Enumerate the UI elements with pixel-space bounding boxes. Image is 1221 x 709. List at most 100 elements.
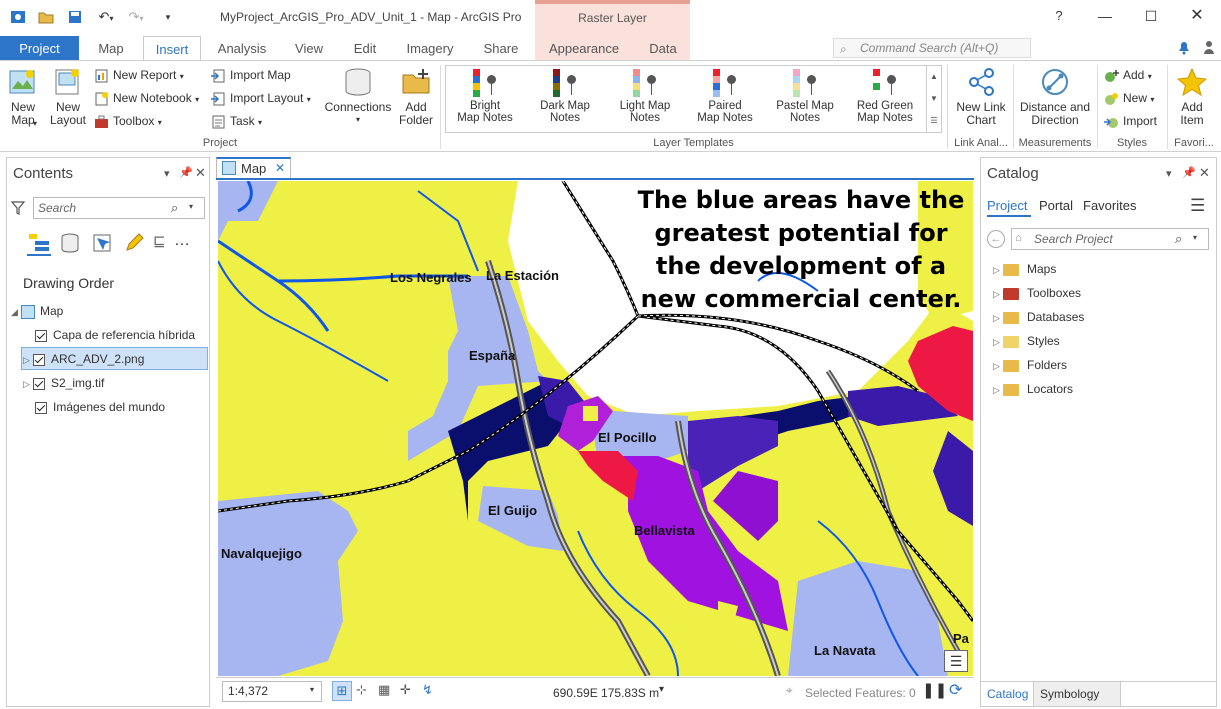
catalog-menu-icon[interactable]: ☰ [1190, 196, 1205, 216]
redo-icon[interactable]: ↷▾ [125, 9, 147, 25]
maximize-button[interactable]: ☐ [1128, 0, 1174, 32]
pin-icon[interactable]: 📌 [1182, 166, 1196, 179]
styles-import-button[interactable]: Import [1104, 111, 1157, 131]
layer-visibility-checkbox[interactable] [33, 377, 45, 390]
catalog-item-styles[interactable]: ▷ Styles [993, 329, 1060, 353]
add-item-button[interactable]: Add Item [1170, 67, 1214, 126]
tab-imagery[interactable]: Imagery [397, 36, 463, 60]
catalog-item-toolboxes[interactable]: ▷ Toolboxes [993, 281, 1081, 305]
add-folder-button[interactable]: Add Folder [396, 67, 436, 126]
new-report-button[interactable]: New Report ▾ [94, 65, 184, 85]
catalog-item-maps[interactable]: ▷ Maps [993, 257, 1056, 281]
tab-data[interactable]: Data [640, 36, 686, 60]
save-project-icon[interactable] [67, 9, 83, 25]
catalog-tab-favorites[interactable]: Favorites [1083, 198, 1136, 213]
tab-appearance[interactable]: Appearance [540, 36, 628, 60]
catalog-item-folders[interactable]: ▷ Folders [993, 353, 1067, 377]
tab-view[interactable]: View [283, 36, 335, 60]
connections-button[interactable]: Connections ▾ [323, 67, 393, 126]
expand-triangle-icon[interactable]: ▷ [993, 354, 1003, 378]
styles-new-button[interactable]: New ▾ [1104, 88, 1154, 108]
map-view-tab[interactable]: Map ✕ [216, 157, 291, 179]
layer-visibility-checkbox[interactable] [33, 353, 45, 366]
tab-share[interactable]: Share [473, 36, 529, 60]
tab-edit[interactable]: Edit [341, 36, 389, 60]
app-icon[interactable] [10, 9, 26, 25]
selected-features-count[interactable]: Selected Features: 0 [805, 686, 916, 700]
layer-template-3[interactable]: Paired Map Notes [685, 67, 765, 124]
contents-search-input[interactable]: Search [33, 197, 205, 219]
layer-template-0[interactable]: Bright Map Notes [445, 67, 525, 124]
open-project-icon[interactable] [38, 9, 54, 25]
gallery-expand-button[interactable]: ☰ [927, 110, 941, 132]
distance-and-direction-button[interactable]: Distance and Direction [1016, 67, 1094, 126]
new-link-chart-button[interactable]: New Link Chart [952, 67, 1010, 126]
expand-triangle-icon[interactable]: ▷ [23, 373, 33, 395]
constraints-icon[interactable]: ✛ [400, 682, 411, 698]
list-by-editing-icon[interactable] [123, 232, 145, 257]
collapse-triangle-icon[interactable]: ◢ [11, 301, 21, 323]
expand-triangle-icon[interactable]: ▷ [993, 330, 1003, 354]
expand-triangle-icon[interactable]: ▷ [23, 349, 33, 371]
layer-row[interactable]: Capa de referencia híbrida [35, 324, 195, 346]
pause-drawing-button[interactable]: ❚❚ [922, 681, 947, 699]
tab-analysis[interactable]: Analysis [209, 36, 275, 60]
refresh-button[interactable]: ⟳ [949, 680, 962, 700]
new-map-button[interactable]: New Map ▾ [3, 67, 43, 128]
layer-visibility-checkbox[interactable] [35, 329, 47, 342]
search-options-icon[interactable]: ▾ [1193, 233, 1197, 242]
layer-template-5[interactable]: Red Green Map Notes [845, 67, 925, 124]
import-map-button[interactable]: Import Map [211, 65, 291, 85]
close-pane-icon[interactable]: ✕ [1199, 165, 1210, 181]
customize-quick-access-icon[interactable]: ▾ [160, 9, 176, 25]
styles-add-button[interactable]: Add ▾ [1104, 65, 1152, 85]
layer-row[interactable]: Imágenes del mundo [35, 396, 165, 418]
import-layout-button[interactable]: Import Layout ▾ [211, 88, 311, 108]
catalog-item-databases[interactable]: ▷ Databases [993, 305, 1084, 329]
new-layout-button[interactable]: New Layout [46, 67, 90, 126]
layer-row-selected[interactable]: ▷ ARC_ADV_2.png [23, 348, 144, 370]
grid-icon[interactable]: ▦ [378, 682, 390, 698]
tab-insert[interactable]: Insert [143, 36, 201, 61]
user-icon[interactable] [1204, 40, 1214, 54]
layer-template-1[interactable]: Dark Map Notes [525, 67, 605, 124]
new-notebook-button[interactable]: New Notebook ▾ [94, 88, 199, 108]
close-pane-icon[interactable]: ✕ [195, 165, 206, 181]
close-map-tab-icon[interactable]: ✕ [275, 159, 285, 178]
catalog-tab-project[interactable]: Project [987, 198, 1027, 213]
map-node[interactable]: ◢ Map [11, 300, 63, 322]
coordinate-format-dropdown-icon[interactable]: ▾ [659, 684, 664, 695]
search-options-icon[interactable]: ▾ [189, 202, 193, 211]
minimize-button[interactable]: — [1082, 0, 1128, 32]
close-button[interactable]: ✕ [1174, 0, 1220, 32]
pane-options-icon[interactable]: ▾ [1166, 167, 1172, 180]
correction-icon[interactable]: ↯ [422, 682, 433, 698]
bottom-tab-catalog[interactable]: Catalog [987, 687, 1028, 701]
fixed-zoom-icon[interactable]: ⊞ [332, 681, 352, 701]
gallery-scroll-up-button[interactable]: ▲ [927, 66, 941, 88]
layer-template-4[interactable]: Pastel Map Notes [765, 67, 845, 124]
tab-project[interactable]: Project [0, 36, 79, 60]
catalog-tab-portal[interactable]: Portal [1039, 198, 1073, 213]
pane-options-icon[interactable]: ▾ [164, 167, 170, 180]
bottom-tab-symbology[interactable]: Symbology [1033, 682, 1121, 706]
task-button[interactable]: Task ▾ [211, 111, 262, 131]
catalog-item-locators[interactable]: ▷ Locators [993, 377, 1073, 401]
list-by-data-source-icon[interactable] [59, 232, 81, 257]
list-by-selection-icon[interactable] [91, 232, 113, 257]
gallery-scroll-down-button[interactable]: ▼ [927, 88, 941, 110]
expand-triangle-icon[interactable]: ▷ [993, 282, 1003, 306]
map-scale-select[interactable]: 1:4,372 [222, 681, 322, 702]
list-by-snapping-icon[interactable]: ⊑ [153, 232, 166, 250]
help-button[interactable]: ? [1036, 0, 1082, 32]
layer-row[interactable]: ▷ S2_img.tif [23, 372, 104, 394]
expand-triangle-icon[interactable]: ▷ [993, 306, 1003, 330]
pin-icon[interactable]: 📌 [179, 166, 193, 179]
expand-triangle-icon[interactable]: ▷ [993, 258, 1003, 282]
tab-map[interactable]: Map [85, 36, 137, 60]
more-options-icon[interactable]: … [174, 232, 190, 250]
snapping-icon[interactable]: ⊹ [356, 682, 367, 698]
undo-icon[interactable]: ↶▾ [95, 9, 117, 25]
command-search-input[interactable]: Command Search (Alt+Q) [833, 38, 1031, 58]
back-arrow-icon[interactable]: ← [987, 230, 1005, 248]
